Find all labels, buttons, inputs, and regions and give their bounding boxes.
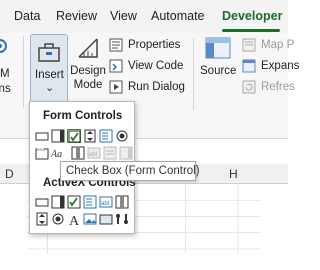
activex-combo-box-icon[interactable]	[51, 195, 65, 209]
activex-more-controls-icon[interactable]	[115, 212, 129, 226]
svg-text:Aa: Aa	[51, 149, 62, 160]
tab-developer[interactable]: Developer	[222, 9, 282, 23]
refresh-icon	[242, 80, 257, 94]
form-controls-title: Form Controls	[43, 110, 123, 122]
activex-check-box-icon[interactable]	[67, 195, 81, 209]
form-combo-box-icon[interactable]	[51, 129, 65, 143]
active-tab-indicator	[222, 29, 280, 32]
expansion-packs-icon	[242, 59, 257, 73]
tab-data[interactable]: Data	[14, 9, 40, 23]
tab-automate[interactable]: Automate	[151, 9, 205, 23]
form-scroll-bar-icon[interactable]	[71, 146, 85, 160]
view-code-icon	[109, 59, 124, 73]
design-mode-button[interactable]: Design Mode	[70, 36, 106, 92]
svg-text:abl: abl	[101, 201, 109, 207]
form-button-icon[interactable]	[35, 129, 49, 143]
activex-spin-button-icon[interactable]	[35, 212, 49, 226]
form-group-box-icon[interactable]: XYZ	[35, 146, 49, 160]
svg-text:XYZ: XYZ	[37, 147, 45, 152]
activex-text-box-icon[interactable]: abl	[99, 195, 113, 209]
refresh-data-button[interactable]: Refres	[242, 78, 295, 96]
form-option-button-icon[interactable]	[115, 129, 129, 143]
column-header-h[interactable]: H	[229, 167, 238, 181]
expansion-packs-button[interactable]: Expans	[242, 57, 299, 75]
svg-text:A: A	[69, 214, 80, 226]
group-separator	[193, 38, 194, 110]
activex-toggle-button-icon[interactable]	[99, 212, 113, 226]
ribbon-tab-bar: Data Review View Automate Developer	[0, 0, 288, 33]
xml-source-button[interactable]: Source	[200, 36, 236, 78]
form-combo-drop-down-edit-icon-disabled	[119, 146, 133, 160]
activex-image-icon[interactable]	[83, 212, 97, 226]
form-spin-button-icon[interactable]	[83, 129, 97, 143]
view-code-button[interactable]: View Code	[109, 57, 183, 75]
activex-option-button-icon[interactable]	[51, 212, 65, 226]
tab-review[interactable]: Review	[56, 9, 97, 23]
insert-controls-button[interactable]: Insert ⌄	[30, 34, 68, 104]
activex-label-icon[interactable]: A	[67, 212, 81, 226]
form-combo-list-edit-icon-disabled	[103, 146, 117, 160]
form-text-field-icon-disabled: abl	[87, 146, 101, 160]
run-dialog-icon	[109, 80, 124, 94]
form-list-box-icon[interactable]	[99, 129, 113, 143]
design-mode-icon	[76, 36, 100, 60]
column-header-d[interactable]: D	[5, 167, 14, 181]
activex-command-button-icon[interactable]	[35, 195, 49, 209]
activex-list-box-icon[interactable]	[83, 195, 97, 209]
map-properties-icon	[242, 38, 257, 52]
chevron-down-icon: ⌄	[45, 82, 55, 94]
xml-source-icon	[205, 36, 231, 60]
properties-icon	[109, 38, 124, 52]
tab-view[interactable]: View	[110, 9, 137, 23]
form-label-icon[interactable]: Aa	[51, 146, 67, 160]
svg-text:abl: abl	[89, 152, 97, 158]
activex-scroll-bar-icon[interactable]	[115, 195, 129, 209]
tooltip: Check Box (Form Control)	[60, 161, 200, 181]
toolbox-icon	[37, 40, 61, 64]
map-properties-button[interactable]: Map P	[242, 36, 294, 54]
gear-icon	[0, 37, 12, 55]
group-separator	[23, 36, 24, 108]
run-dialog-button[interactable]: Run Dialog	[109, 78, 185, 96]
form-check-box-icon[interactable]	[67, 129, 81, 143]
properties-button[interactable]: Properties	[109, 36, 180, 54]
